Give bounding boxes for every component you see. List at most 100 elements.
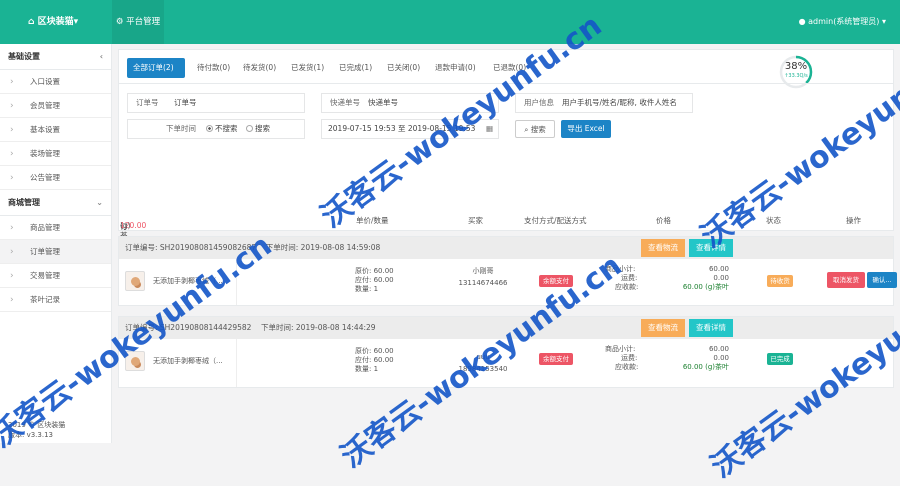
status-badge: 待收货 (767, 275, 793, 287)
chevron-right-icon: › (10, 271, 14, 281)
status-badge: 已完成 (767, 353, 793, 365)
radio-no-search[interactable]: 不搜索 (206, 120, 238, 138)
platform-management-label: 平台管理 (126, 17, 161, 27)
product-name[interactable]: 无添加手剥椰枣绒（... (153, 277, 223, 286)
col-buyer: 买家 (468, 216, 483, 225)
tab-shipped[interactable]: 已发货(1) (291, 58, 324, 78)
view-detail-button[interactable]: 查看详情 (689, 239, 733, 257)
product-name[interactable]: 无添加手剥椰枣绒（... (153, 357, 223, 366)
quantity: 数量: 1 (355, 285, 379, 293)
sidebar-item-tea-records[interactable]: › 茶叶记录 (0, 288, 111, 312)
brand-label: 区块装猫 (37, 17, 74, 27)
top-navbar: ⌂ 区块装猫▾ ⚙ 平台管理 ● admin(系统管理员) ▾ (0, 0, 900, 44)
sidebar-section-basic[interactable]: 基础设置 ‹ (0, 44, 111, 70)
user-menu[interactable]: ● admin(系统管理员) ▾ (799, 0, 886, 44)
view-detail-button[interactable]: 查看详情 (689, 319, 733, 337)
order-table-header: 订单数: 2 订单金额: 120.00 (g)茶叶 单价/数量 买家 支付方式/… (112, 209, 900, 306)
sidebar-item-basic-settings[interactable]: › 基本设置 (0, 118, 111, 142)
sidebar-item-label: 茶叶记录 (30, 295, 60, 304)
radio-search[interactable]: 搜索 (246, 120, 270, 138)
sidebar-section-title: 基础设置 (8, 52, 40, 61)
shipping-label: 运费: (621, 354, 638, 362)
sidebar-item-orders[interactable]: › 订单管理 (0, 240, 111, 264)
shipping-value: 0.00 (713, 274, 729, 282)
brand-dropdown[interactable]: ⌂ 区块装猫▾ (28, 0, 78, 44)
radio-search-label: 搜索 (255, 124, 270, 133)
tab-all-orders[interactable]: 全部订单(2) (127, 58, 185, 78)
user-info-label: 用户信息 (524, 98, 554, 107)
view-logistics-button[interactable]: 查看物流 (641, 239, 685, 257)
tab-completed[interactable]: 已完成(1) (339, 58, 372, 78)
order-header: 订单编号: SH20190808145908268​7 下单时间: 2019-0… (119, 237, 893, 259)
date-range-input[interactable]: 2019-07-15 19:53 至 2019-08-15 19:53 ▦ (321, 119, 499, 139)
tab-refunded[interactable]: 已退款(0) (493, 58, 526, 78)
shipping-value: 0.00 (713, 354, 729, 362)
export-excel-button[interactable]: 导出 Excel (561, 120, 611, 138)
gauge-subtext: ↑33.3Q/s (784, 73, 808, 79)
sidebar-item-venue[interactable]: › 装场管理 (0, 142, 111, 166)
search-button[interactable]: ⌕ 搜索 (515, 120, 555, 138)
sidebar-item-label: 公告管理 (30, 173, 60, 182)
subtotal-label: 商品小计: (605, 345, 636, 353)
cancel-shipping-button[interactable]: 取消发货 (827, 272, 865, 288)
sidebar-item-label: 会员管理 (30, 101, 60, 110)
user-info-field[interactable]: 用户信息 用户手机号/姓名/昵称, 收件人姓名 (515, 93, 693, 113)
caret-down-icon: ▾ (879, 17, 886, 26)
sidebar-item-label: 装场管理 (30, 149, 60, 158)
sidebar-item-notices[interactable]: › 公告管理 (0, 166, 111, 190)
sidebar-item-label: 入口设置 (30, 77, 60, 86)
order-time: 下单时间: 2019-08-08 14:59:08 (265, 243, 381, 252)
order-header: 订单编号: SH20190808144429582 下单时间: 2019-08-… (119, 317, 893, 339)
user-icon: ● (798, 17, 809, 26)
sidebar-item-label: 订单管理 (30, 247, 60, 256)
platform-management-menu[interactable]: ⚙ 平台管理 (112, 0, 164, 44)
chevron-right-icon: › (10, 223, 14, 233)
order-number-field[interactable]: 订单号 订单号 (127, 93, 305, 113)
payable-price: 应付: 60.00 (355, 276, 394, 284)
radio-checked-icon (206, 125, 213, 132)
order-number: 订单编号: SH20190808144429582 (125, 323, 252, 332)
sidebar-item-members[interactable]: › 会员管理 (0, 94, 111, 118)
tab-closed[interactable]: 已关闭(0) (387, 58, 420, 78)
sidebar-item-label: 交易管理 (30, 271, 60, 280)
order-row: 订单编号: SH20190808145908268​7 下单时间: 2019-0… (118, 236, 897, 306)
amount-due-value: 60.00 (g)茶叶 (682, 363, 729, 371)
user-name: admin(系统管理员) (808, 17, 880, 26)
subtotal-value: 60.00 (708, 345, 729, 353)
express-number-field[interactable]: 快递单号 快递单号 (321, 93, 499, 113)
buyer-phone: 13114674466 (458, 279, 508, 287)
view-logistics-button[interactable]: 查看物流 (641, 319, 685, 337)
sidebar: 基础设置 ‹ › 入口设置 › 会员管理 › 基本设置 › 装场管理 › 公告管理 商城管理… (0, 44, 112, 443)
chevron-down-icon: ⌄ (96, 198, 103, 207)
col-price-qty: 单价/数量 (356, 216, 389, 225)
search-button-label: 搜索 (530, 125, 546, 134)
product-image (125, 351, 145, 371)
col-payment: 支付方式/配送方式 (524, 216, 587, 225)
radio-no-search-label: 不搜索 (215, 124, 238, 133)
user-info-placeholder: 用户手机号/姓名/昵称, 收件人姓名 (562, 98, 677, 107)
sidebar-section-mall[interactable]: 商城管理 ⌄ (0, 190, 111, 216)
payment-method-badge: 余额支付 (539, 275, 573, 287)
order-row: 订单编号: SH20190808144429582 下单时间: 2019-08-… (118, 316, 894, 388)
chevron-right-icon: › (10, 101, 14, 111)
radio-unchecked-icon (246, 125, 253, 132)
date-range-value: 2019-07-15 19:53 至 2019-08-15 19:53 (328, 124, 476, 133)
order-time: 下单时间: 2019-08-08 14:44:29 (260, 323, 376, 332)
product-image (125, 271, 145, 291)
filter-card: 全部订单(2) 待付款(0) 待发货(0) 已发货(1) 已完成(1) 已关闭(… (118, 49, 894, 231)
tab-unpaid[interactable]: 待付款(0) (197, 58, 230, 78)
tab-to-ship[interactable]: 待发货(0) (243, 58, 276, 78)
sidebar-item-trades[interactable]: › 交易管理 (0, 264, 111, 288)
chevron-right-icon: › (10, 295, 14, 305)
order-number: 订单编号: SH20190808145908268​7 (125, 243, 257, 252)
tab-refund-request[interactable]: 退款申请(0) (435, 58, 476, 78)
col-status: 状态 (766, 216, 781, 225)
subtotal-value: 60.00 (708, 265, 729, 273)
confirm-button[interactable]: 确认... (867, 272, 897, 288)
buyer-phone: 18984153540 (458, 365, 508, 373)
sidebar-item-entry[interactable]: › 入口设置 (0, 70, 111, 94)
chevron-right-icon: › (10, 77, 14, 87)
gauge-value: 38% (784, 61, 808, 72)
amount-due-label: 应收款: (615, 283, 639, 291)
sidebar-item-goods[interactable]: › 商品管理 (0, 216, 111, 240)
